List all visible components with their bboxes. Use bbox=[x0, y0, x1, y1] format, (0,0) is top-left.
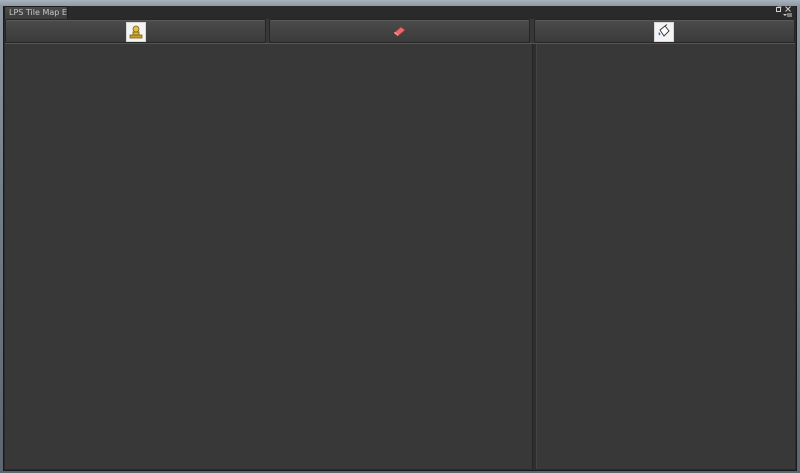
editor-tab[interactable]: LPS Tile Map Ed bbox=[4, 6, 68, 19]
restore-icon[interactable] bbox=[776, 6, 782, 14]
fill-tool-button[interactable] bbox=[534, 19, 795, 43]
stamp-tool-button[interactable] bbox=[5, 19, 266, 43]
eraser-tool-icon bbox=[390, 22, 410, 42]
title-bar bbox=[4, 6, 796, 19]
eraser-tool-button[interactable] bbox=[269, 19, 530, 43]
tile-palette-panel[interactable] bbox=[537, 44, 795, 469]
editor-tab-label: LPS Tile Map Ed bbox=[9, 8, 68, 17]
paint-bucket-icon bbox=[654, 22, 674, 42]
stamp-tool-icon bbox=[126, 22, 146, 42]
map-panel[interactable] bbox=[5, 44, 532, 469]
editor-window: LPS Tile Map Ed bbox=[0, 0, 800, 473]
